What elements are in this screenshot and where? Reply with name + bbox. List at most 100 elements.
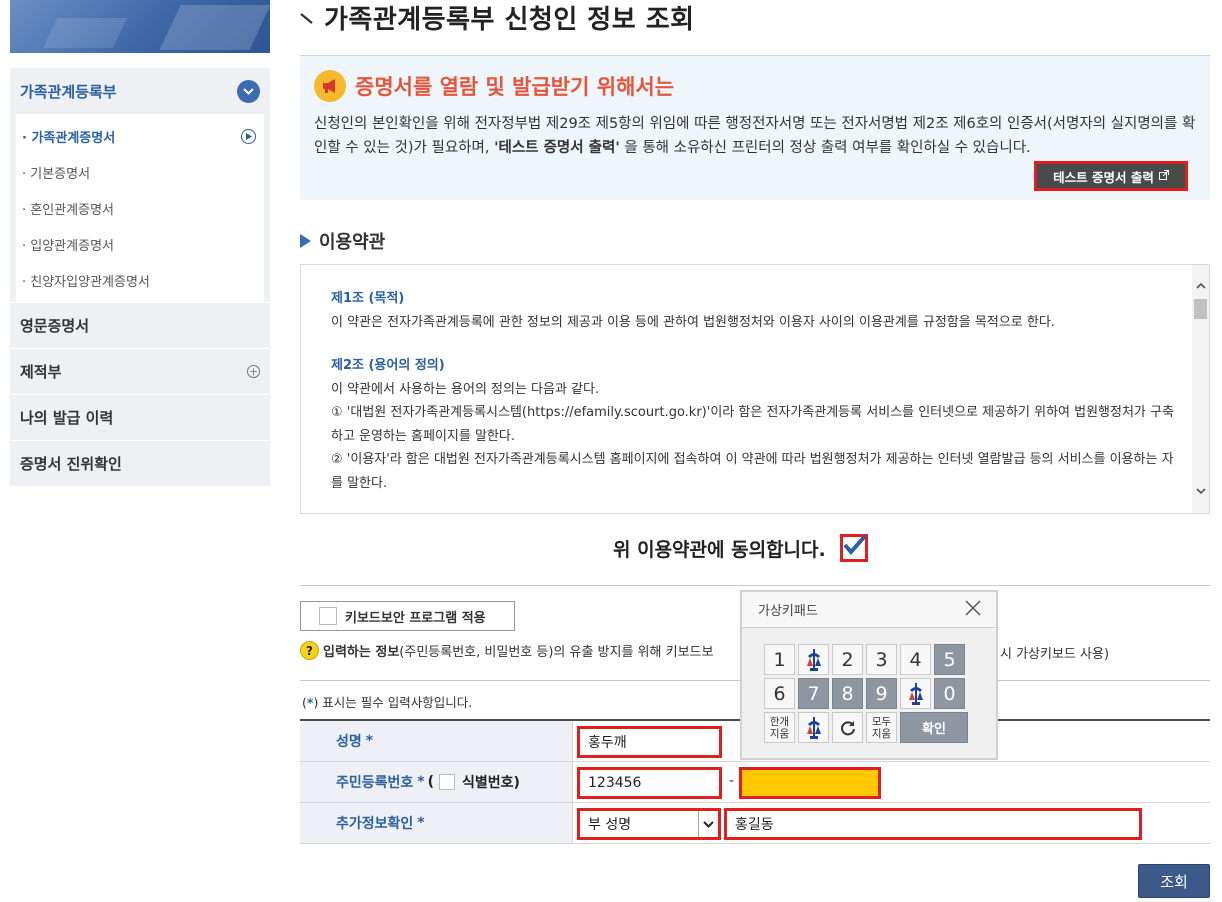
form-row-extra: 추가정보확인 * 부 성명 홍길동	[300, 803, 1210, 844]
test-button-label: 테스트 증명서 출력	[1053, 169, 1154, 185]
keyboard-note: ? 입력하는 정보 (주민등록번호, 비밀번호 등)의 유출 방지를 위해 키보드…	[300, 641, 713, 660]
sidebar-banner-image	[10, 0, 270, 53]
scroll-up-icon[interactable]	[1192, 277, 1209, 294]
sidebar-subitem-family-relation[interactable]: · 가족관계증명서	[16, 118, 264, 154]
question-icon: ?	[300, 641, 319, 660]
required-note: (*) 표시는 필수 입력사항입니다.	[302, 692, 472, 711]
keypad-key[interactable]: 9	[866, 678, 897, 709]
sidebar-item-removed-register[interactable]: 제적부 +	[10, 348, 270, 394]
keyboard-security-button[interactable]: 키보드보안 프로그램 적용	[300, 601, 515, 631]
chevron-down-icon[interactable]	[237, 79, 260, 103]
rrn-front-input[interactable]: 123456	[577, 767, 722, 799]
keypad-emblem-key[interactable]	[798, 644, 829, 675]
terms-scrollbox[interactable]: 제1조 (목적) 이 약관은 전자가족관계등록에 관한 정보의 제공과 이용 등…	[300, 264, 1210, 514]
notice-title: 증명서를 열람 및 발급받기 위해서는	[355, 75, 675, 99]
keypad-emblem-key[interactable]	[798, 712, 829, 743]
notice-box: 증명서를 열람 및 발급받기 위해서는 신청인의 본인확인을 위해 전자정부법 …	[300, 55, 1210, 200]
plus-icon[interactable]: +	[247, 365, 260, 378]
sidebar-item-label: 제적부	[20, 363, 62, 381]
required-note-suffix: ) 표시는 필수 입력사항입니다.	[313, 695, 473, 710]
name-label-text: 성명	[336, 734, 362, 750]
page-title: 가족관계등록부 신청인 정보 조회	[300, 0, 695, 35]
extra-info-input[interactable]: 홍길동	[724, 808, 1142, 840]
keypad-key[interactable]: 2	[832, 644, 863, 675]
sidebar-item-english-cert[interactable]: 영문증명서	[10, 302, 270, 348]
keypad-key[interactable]: 5	[934, 644, 965, 675]
scroll-thumb[interactable]	[1194, 299, 1207, 319]
sidebar-item-authenticity-check[interactable]: 증명서 진위확인	[10, 440, 270, 486]
close-icon[interactable]	[964, 599, 982, 621]
keypad-key[interactable]: 8	[832, 678, 863, 709]
keyboard-note-bold: 입력하는 정보	[323, 645, 400, 660]
terms-section-label: 이용약관	[319, 232, 386, 253]
sidebar-subitem-label: · 입양관계증명서	[22, 238, 114, 254]
article-text: ② '이용자'라 함은 대법원 전자가족관계등록시스템 홈페이지에 접속하여 이…	[331, 452, 1174, 491]
sidebar-item-label: 가족관계등록부	[20, 82, 117, 101]
sidebar-item-family-registry[interactable]: 가족관계등록부	[10, 68, 270, 114]
search-button[interactable]: 조회	[1138, 864, 1210, 898]
keypad-key[interactable]: 7	[798, 678, 829, 709]
sidebar: 가족관계등록부 · 가족관계증명서 · 기본증명서 · 혼인관계증명서 · 입양…	[10, 68, 270, 486]
keyboard-security-label: 키보드보안 프로그램 적용	[345, 610, 486, 626]
keyboard-note-text: (주민등록번호, 비밀번호 등)의 유출 방지를 위해 키보드보	[399, 645, 714, 660]
keypad-key[interactable]: 6	[764, 678, 795, 709]
keypad-emblem-key[interactable]	[900, 678, 931, 709]
terms-section-title: 이용약관	[300, 228, 385, 254]
sidebar-item-label: 증명서 진위확인	[20, 455, 122, 473]
keypad-confirm-key[interactable]: 확인	[900, 712, 968, 743]
name-input[interactable]: 홍두깨	[577, 726, 722, 758]
court-emblem-icon	[908, 682, 923, 705]
megaphone-icon	[314, 70, 346, 102]
extra-label-text: 추가정보확인	[336, 816, 414, 832]
agree-label: 위 이용약관에 동의합니다.	[613, 538, 826, 561]
court-emblem-icon	[806, 716, 821, 739]
sidebar-item-label: 나의 발급 이력	[20, 409, 114, 427]
extra-label: 추가정보확인 *	[300, 803, 573, 843]
page-title-text: 가족관계등록부 신청인 정보 조회	[324, 4, 695, 35]
sidebar-item-issue-history[interactable]: 나의 발급 이력	[10, 394, 270, 440]
keyboard-security-checkbox[interactable]	[319, 607, 337, 625]
terms-agree: 위 이용약관에 동의합니다.	[613, 534, 868, 562]
sidebar-submenu: · 가족관계증명서 · 기본증명서 · 혼인관계증명서 · 입양관계증명서 · …	[10, 114, 270, 302]
extra-info-select[interactable]: 부 성명	[577, 808, 721, 840]
required-star: *	[365, 733, 374, 749]
article-text: ① '대법원 전자가족관계등록시스템(https://efamily.scour…	[331, 405, 1174, 444]
keypad-key[interactable]: 3	[866, 644, 897, 675]
court-emblem-icon	[806, 648, 821, 671]
virtual-keypad: 가상키패드 1 2 3 4 5 6 7 8 9 0 한개 지움 모두 지움 확인	[740, 590, 998, 760]
form-row-rrn: 주민등록번호 *(식별번호) 123456 -	[300, 762, 1210, 803]
keypad-key[interactable]: 1	[764, 644, 795, 675]
keypad-key[interactable]: 4	[900, 644, 931, 675]
rrn-label: 주민등록번호 *(식별번호)	[300, 762, 573, 802]
notice-body: 신청인의 본인확인을 위해 전자정부법 제29조 제5항의 위임에 따른 행정전…	[314, 112, 1196, 160]
divider	[300, 585, 1210, 586]
article-text: 이 약관은 전자가족관계등록에 관한 정보의 제공과 이용 등에 관하여 법원행…	[331, 314, 1055, 330]
sidebar-subitem-label: · 가족관계증명서	[22, 130, 116, 146]
id-number-checkbox[interactable]	[439, 774, 456, 790]
terms-scrollbar[interactable]	[1192, 265, 1209, 513]
scroll-down-icon[interactable]	[1192, 482, 1209, 499]
chevron-down-icon[interactable]	[698, 811, 718, 837]
agree-checkbox[interactable]	[839, 534, 868, 562]
sidebar-subitem-marriage[interactable]: · 혼인관계증명서	[16, 190, 264, 226]
sidebar-subitem-adoption[interactable]: · 입양관계증명서	[16, 226, 264, 262]
refresh-icon	[840, 720, 855, 735]
rrn-paren: (	[427, 774, 435, 790]
keypad-clear-all-key[interactable]: 모두 지움	[866, 712, 897, 743]
keyboard-note-tail: 시 가상키보드 사용)	[1000, 647, 1110, 662]
keypad-refresh-key[interactable]	[832, 712, 863, 743]
id-number-label: 식별번호)	[462, 775, 520, 791]
extra-select-value: 부 성명	[588, 817, 632, 833]
notice-text-end: 을 통해 소유하신 프린터의 정상 출력 여부를 확인하실 수 있습니다.	[619, 140, 1031, 156]
triangle-bullet-icon	[300, 234, 311, 248]
article-text: 이 약관에서 사용하는 용어의 정의는 다음과 같다.	[331, 381, 600, 397]
keypad-key[interactable]: 0	[934, 678, 965, 709]
sidebar-subitem-full-adoption[interactable]: · 친양자입양관계증명서	[16, 262, 264, 298]
test-certificate-print-button[interactable]: 테스트 증명서 출력	[1034, 161, 1188, 191]
title-mark-icon	[300, 10, 314, 24]
sidebar-subitem-basic[interactable]: · 기본증명서	[16, 154, 264, 190]
rrn-back-input[interactable]	[739, 767, 881, 799]
article-title: 제1조 (목적)	[331, 291, 405, 306]
keypad-backspace-key[interactable]: 한개 지움	[764, 712, 795, 743]
rrn-dash: -	[729, 773, 735, 789]
